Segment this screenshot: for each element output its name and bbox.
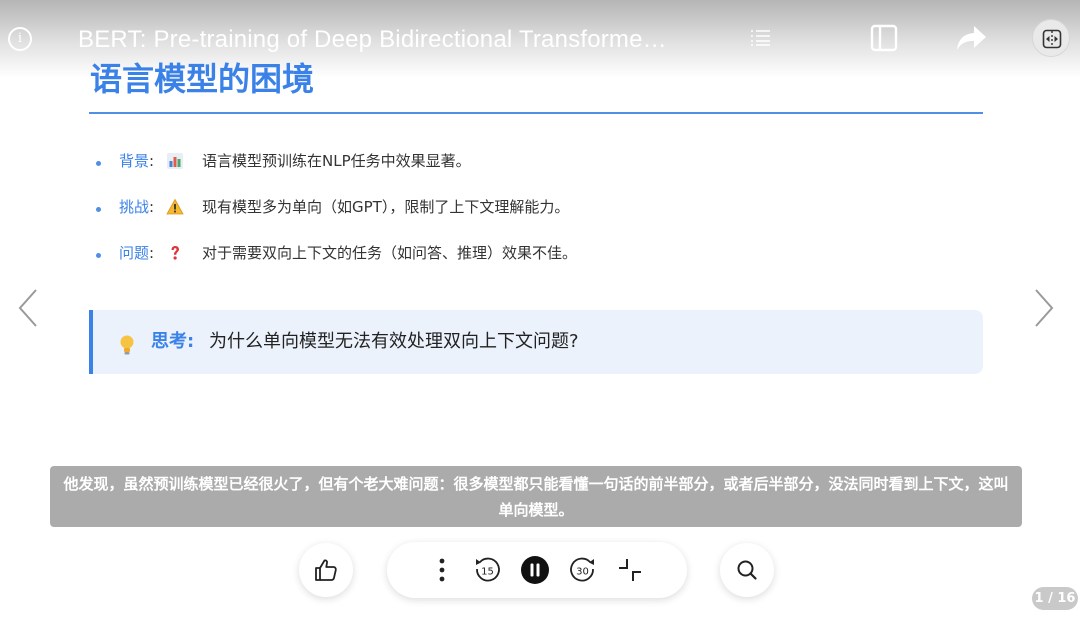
forward-30-icon[interactable]: 30 (568, 555, 598, 585)
callout-label: 思考: (151, 331, 195, 352)
svg-text:30: 30 (576, 567, 589, 578)
bullet-dot (96, 161, 101, 166)
chevron-left-icon[interactable] (17, 288, 39, 328)
bullet-list: 背景: 语言模型预训练在NLP任务中效果显著。 挑战: 现有模型多为单向（如GP… (96, 146, 956, 284)
warning-icon (166, 198, 184, 215)
callout-text: 为什么单向模型无法有效处理双向上下文问题? (209, 331, 579, 352)
bullet-label: 背景: (119, 152, 155, 170)
bullet-dot (96, 253, 101, 258)
chevron-right-icon[interactable] (1033, 288, 1055, 328)
split-compare-button[interactable] (1032, 19, 1070, 57)
list-item: 背景: 语言模型预训练在NLP任务中效果显著。 (96, 146, 956, 192)
list-item: 问题: 对于需要双向上下文的任务（如问答、推理）效果不佳。 (96, 238, 956, 284)
split-compare-icon (1042, 29, 1062, 49)
like-button[interactable] (299, 543, 353, 597)
bullet-text: 现有模型多为单向（如GPT），限制了上下文理解能力。 (202, 198, 570, 216)
thumbs-up-icon (315, 559, 337, 581)
sidebar-panel-icon[interactable] (870, 24, 898, 52)
bullet-text: 语言模型预训练在NLP任务中效果显著。 (202, 152, 471, 170)
share-arrow-icon[interactable] (955, 24, 987, 52)
list-icon[interactable] (751, 29, 771, 47)
bullet-label: 问题: (119, 244, 155, 262)
exit-fullscreen-icon[interactable] (615, 555, 645, 585)
pause-icon[interactable] (520, 555, 550, 585)
search-button[interactable] (720, 543, 774, 597)
info-icon[interactable]: i (8, 27, 32, 51)
page-indicator: 1 / 16 (1032, 587, 1078, 610)
document-title: BERT: Pre-training of Deep Bidirectional… (78, 26, 667, 53)
bullet-text: 对于需要双向上下文的任务（如问答、推理）效果不佳。 (202, 244, 578, 262)
lightbulb-icon (120, 335, 134, 355)
rewind-15-icon[interactable]: 15 (472, 555, 502, 585)
more-vertical-icon[interactable] (427, 555, 457, 585)
playback-controls: 15 30 (387, 542, 687, 598)
callout-box: 思考: 为什么单向模型无法有效处理双向上下文问题? (89, 310, 983, 374)
question-mark-icon (171, 246, 179, 260)
bullet-label: 挑战: (119, 198, 155, 216)
svg-text:15: 15 (481, 567, 494, 578)
list-item: 挑战: 现有模型多为单向（如GPT），限制了上下文理解能力。 (96, 192, 956, 238)
slide-title: 语言模型的困境 (90, 60, 315, 98)
bullet-dot (96, 207, 101, 212)
subtitle-caption: 他发现，虽然预训练模型已经很火了，但有个老大难问题：很多模型都只能看懂一句话的前… (50, 466, 1022, 527)
bar-chart-icon (167, 153, 183, 169)
search-icon (737, 560, 757, 580)
title-divider (89, 112, 983, 114)
